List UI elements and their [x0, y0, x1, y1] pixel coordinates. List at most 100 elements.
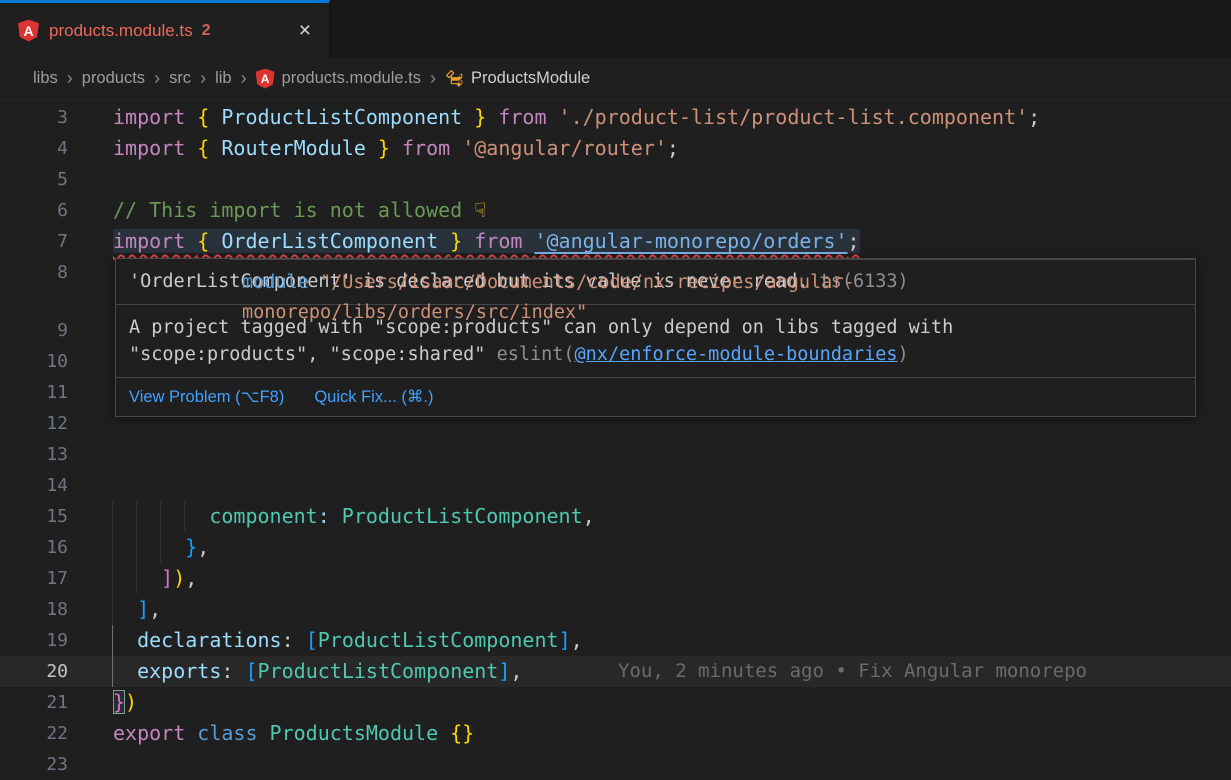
- line-number[interactable]: 10: [0, 346, 68, 377]
- code-line[interactable]: 17 ]),: [0, 563, 1231, 594]
- code-token: RouterModule: [209, 136, 378, 160]
- code-line[interactable]: 23: [0, 749, 1231, 780]
- code-line-text: import { OrderListComponent } from '@ang…: [113, 226, 1231, 257]
- breadcrumb-item-products-module-ts[interactable]: Aproducts.module.ts: [256, 69, 421, 89]
- view-problem-action[interactable]: View Problem (⌥F8): [129, 387, 284, 407]
- breadcrumb-item-productsmodule[interactable]: ProductsModule: [445, 69, 590, 88]
- hover-popup-text: ): [898, 344, 909, 365]
- code-line[interactable]: 13: [0, 439, 1231, 470]
- code-token: ;: [1028, 105, 1040, 129]
- line-number[interactable]: 14: [0, 470, 68, 501]
- line-number[interactable]: 22: [0, 718, 68, 749]
- code-token: {: [197, 229, 209, 253]
- line-number[interactable]: 9: [0, 315, 68, 346]
- code-token: ProductsModule: [270, 721, 451, 745]
- code-token: '@angular-monorepo/orders': [534, 229, 847, 253]
- code-line-text: }): [113, 687, 1231, 718]
- breadcrumb-label: products.module.ts: [282, 69, 421, 88]
- hover-popup-actions: View Problem (⌥F8) Quick Fix... (⌘.): [116, 377, 1195, 416]
- line-number[interactable]: 6: [0, 195, 68, 226]
- tab-products-module[interactable]: A products.module.ts 2 ×: [0, 0, 330, 58]
- code-token: ProductListComponent: [318, 628, 559, 652]
- tab-title: products.module.ts: [49, 21, 193, 41]
- code-line[interactable]: 5: [0, 164, 1231, 195]
- line-number[interactable]: 7: [0, 226, 68, 257]
- error-squiggle-range: import { OrderListComponent } from '@ang…: [113, 229, 860, 253]
- line-number[interactable]: 15: [0, 501, 68, 532]
- code-token: [113, 535, 185, 559]
- code-line[interactable]: 3 import { ProductListComponent } from '.…: [0, 102, 1231, 133]
- code-token: :: [221, 659, 245, 683]
- code-token: {: [197, 105, 209, 129]
- code-token: ProductListComponent: [342, 504, 583, 528]
- hover-popup-text: monorepo/libs/orders/src/index": [242, 302, 587, 323]
- code-line-text: export class ProductsModule {}: [113, 718, 1231, 749]
- line-number[interactable]: 3: [0, 102, 68, 133]
- code-token: import: [113, 136, 197, 160]
- quick-fix-action[interactable]: Quick Fix... (⌘.): [314, 387, 433, 407]
- code-line[interactable]: 19 declarations: [ProductListComponent],: [0, 625, 1231, 656]
- breadcrumb-item-libs[interactable]: libs: [33, 69, 58, 88]
- hover-popup-sections: 'OrderListComponent' is declared but its…: [116, 259, 1195, 377]
- close-icon[interactable]: ×: [299, 20, 311, 41]
- code-token: }: [378, 136, 390, 160]
- code-line-text: exports: [ProductListComponent],You, 2 m…: [113, 656, 1231, 687]
- code-line[interactable]: 15 component: ProductListComponent,: [0, 501, 1231, 532]
- code-line-text: component: ProductListComponent,: [113, 501, 1231, 532]
- code-token: :: [282, 628, 306, 652]
- line-number[interactable]: 18: [0, 594, 68, 625]
- code-line-text: },: [113, 532, 1231, 563]
- code-token: declarations: [137, 628, 282, 652]
- line-number[interactable]: 23: [0, 749, 68, 780]
- code-token: :: [318, 504, 330, 528]
- breadcrumb-item-products[interactable]: products: [82, 69, 145, 88]
- code-token: ]: [137, 597, 149, 621]
- eslint-rule-link[interactable]: @nx/enforce-module-boundaries: [575, 344, 898, 365]
- line-number[interactable]: 8: [0, 257, 68, 288]
- line-number[interactable]: 17: [0, 563, 68, 594]
- line-number[interactable]: 5: [0, 164, 68, 195]
- code-token: ): [125, 690, 137, 714]
- line-number[interactable]: 19: [0, 625, 68, 656]
- line-number[interactable]: 11: [0, 377, 68, 408]
- line-number[interactable]: 12: [0, 408, 68, 439]
- breadcrumb-label: lib: [215, 69, 232, 88]
- code-line[interactable]: 14: [0, 470, 1231, 501]
- code-token: './product-list/product-list.component': [559, 105, 1029, 129]
- code-token: import: [113, 105, 197, 129]
- code-line[interactable]: 16 },: [0, 532, 1231, 563]
- code-token: [: [245, 659, 257, 683]
- code-token: ]: [559, 628, 571, 652]
- line-number[interactable]: 21: [0, 687, 68, 718]
- line-number[interactable]: 16: [0, 532, 68, 563]
- code-line[interactable]: 18 ],: [0, 594, 1231, 625]
- line-number[interactable]: 4: [0, 133, 68, 164]
- code-token: OrderListComponent: [209, 229, 450, 253]
- breadcrumb-item-src[interactable]: src: [169, 69, 191, 88]
- code-line-text: import { ProductListComponent } from './…: [113, 102, 1231, 133]
- code-line[interactable]: 21}): [0, 687, 1231, 718]
- code-token: {}: [450, 721, 474, 745]
- breadcrumb-label: products: [82, 69, 145, 88]
- code-line[interactable]: 6// This import is not allowed ☟: [0, 195, 1231, 226]
- code-editor[interactable]: 3 import { ProductListComponent } from '.…: [0, 100, 1231, 780]
- code-token: import: [113, 229, 197, 253]
- code-line[interactable]: 20 exports: [ProductListComponent],You, …: [0, 656, 1231, 687]
- line-number[interactable]: 13: [0, 439, 68, 470]
- line-number[interactable]: 20: [0, 656, 68, 687]
- code-token: [113, 504, 209, 528]
- breadcrumb-label: src: [169, 69, 191, 88]
- code-line[interactable]: 22 export class ProductsModule {}: [0, 718, 1231, 749]
- code-line-text: import { RouterModule } from '@angular/r…: [113, 133, 1231, 164]
- code-token: '@angular/router': [462, 136, 667, 160]
- breadcrumb-item-lib[interactable]: lib: [215, 69, 232, 88]
- breadcrumb-separator: ›: [200, 68, 206, 89]
- code-line[interactable]: 7 import { OrderListComponent } from '@an…: [0, 226, 1231, 257]
- code-token: ProductListComponent: [209, 105, 474, 129]
- code-token: }: [474, 105, 486, 129]
- code-token: component: [209, 504, 317, 528]
- code-line[interactable]: 4 import { RouterModule } from '@angular/…: [0, 133, 1231, 164]
- hover-popup-line: monorepo/libs/orders/src/index": [242, 298, 1182, 328]
- breadcrumb-separator: ›: [241, 68, 247, 89]
- hover-popup-section: module "/Users/isaac/Documents/code/nx-r…: [229, 259, 1195, 336]
